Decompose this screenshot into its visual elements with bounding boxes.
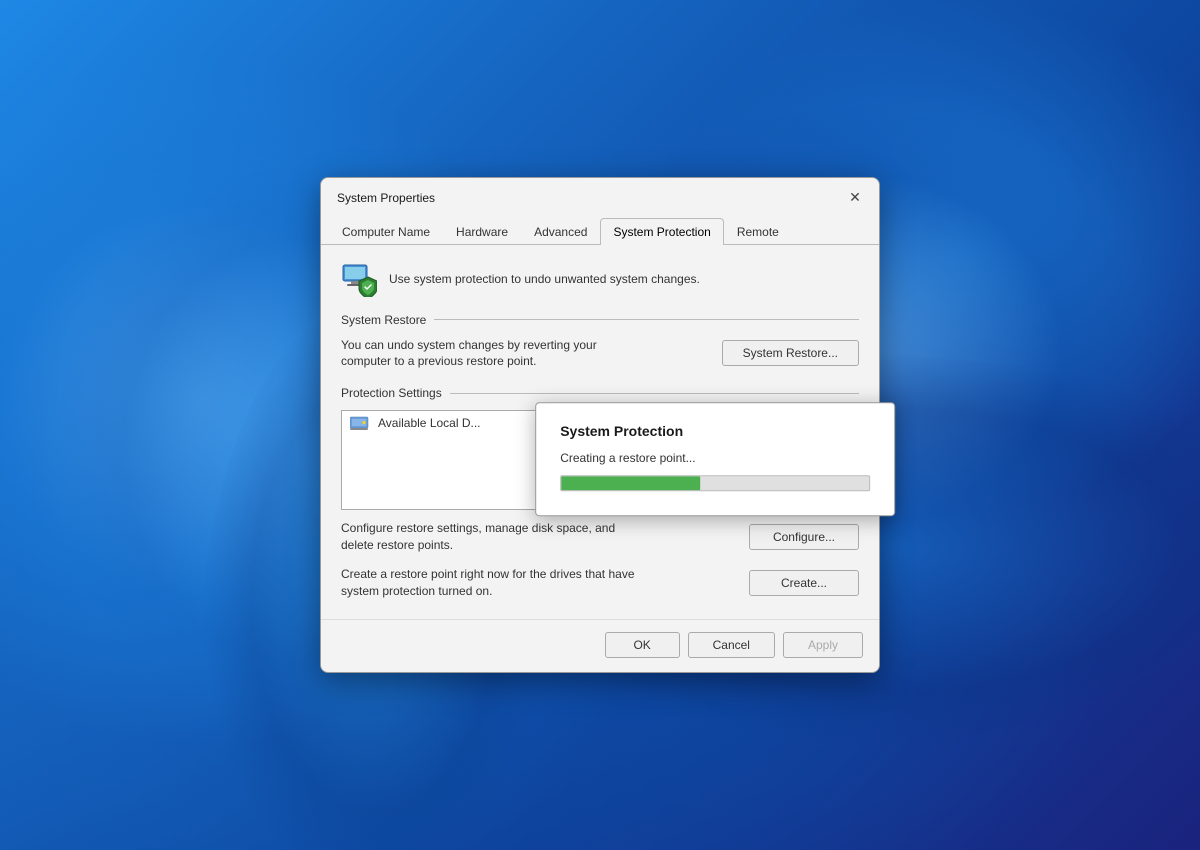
progress-bar-fill xyxy=(561,476,700,490)
configure-section: Configure restore settings, manage disk … xyxy=(341,520,859,554)
section-divider xyxy=(434,319,859,320)
close-button[interactable]: ✕ xyxy=(843,186,867,210)
header-section: Use system protection to undo unwanted s… xyxy=(341,261,859,297)
system-restore-section: You can undo system changes by reverting… xyxy=(341,337,859,371)
restore-description: You can undo system changes by reverting… xyxy=(341,337,621,371)
dialog-title: System Properties xyxy=(337,191,435,205)
system-restore-header: System Restore xyxy=(341,313,859,327)
cancel-button[interactable]: Cancel xyxy=(688,632,775,658)
protection-section-divider xyxy=(450,393,859,394)
protection-settings-label: Protection Settings xyxy=(341,386,442,400)
create-description: Create a restore point right now for the… xyxy=(341,566,651,600)
progress-dialog-title: System Protection xyxy=(560,423,870,439)
dialog-titlebar: System Properties ✕ xyxy=(321,178,879,218)
tab-remote[interactable]: Remote xyxy=(724,218,792,245)
progress-bar-container xyxy=(560,475,870,491)
tab-system-protection[interactable]: System Protection xyxy=(600,218,723,245)
system-restore-label: System Restore xyxy=(341,313,426,327)
drive-icon xyxy=(350,415,370,431)
configure-description: Configure restore settings, manage disk … xyxy=(341,520,651,554)
apply-button[interactable]: Apply xyxy=(783,632,863,658)
drive-label: Available Local D... xyxy=(378,416,481,430)
system-properties-dialog: System Properties ✕ Computer Name Hardwa… xyxy=(320,177,880,674)
create-section: Create a restore point right now for the… xyxy=(341,566,859,600)
configure-button[interactable]: Configure... xyxy=(749,524,859,550)
tab-computer-name[interactable]: Computer Name xyxy=(329,218,443,245)
ok-button[interactable]: OK xyxy=(605,632,680,658)
tab-hardware[interactable]: Hardware xyxy=(443,218,521,245)
protection-settings-header: Protection Settings xyxy=(341,386,859,400)
computer-shield-icon xyxy=(341,261,377,297)
progress-dialog: System Protection Creating a restore poi… xyxy=(535,402,895,516)
tab-advanced[interactable]: Advanced xyxy=(521,218,600,245)
progress-message: Creating a restore point... xyxy=(560,451,870,465)
tabs-bar: Computer Name Hardware Advanced System P… xyxy=(321,218,879,245)
create-button[interactable]: Create... xyxy=(749,570,859,596)
dialog-footer: OK Cancel Apply xyxy=(321,619,879,672)
dialog-backdrop: System Properties ✕ Computer Name Hardwa… xyxy=(0,0,1200,850)
header-description: Use system protection to undo unwanted s… xyxy=(389,272,700,286)
system-restore-button[interactable]: System Restore... xyxy=(722,340,859,366)
